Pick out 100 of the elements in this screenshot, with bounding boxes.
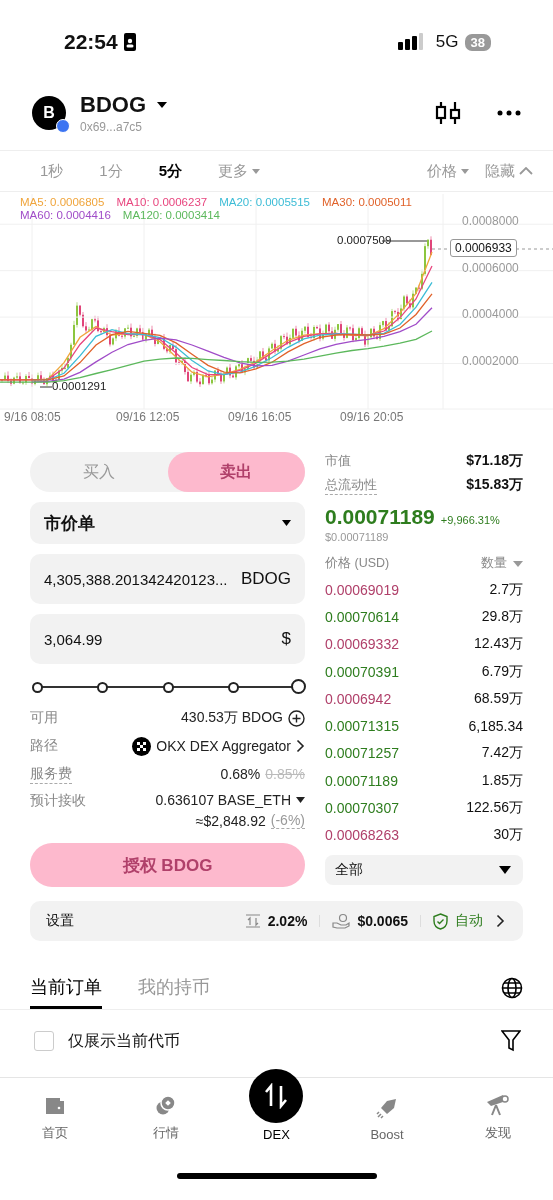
stat-label: 总流动性 — [325, 476, 377, 495]
trade-amount: 1.85万 — [481, 771, 523, 790]
slippage-value: 2.02% — [267, 913, 308, 929]
low-price-label: 0.0001291 — [52, 380, 107, 392]
gas-fee-value: $0.0065 — [357, 913, 408, 929]
amount-field[interactable]: 4,305,388.201342420123... BDOG — [30, 554, 305, 604]
original-fee: 0.85% — [265, 766, 305, 782]
high-price-label: 0.0007509 — [337, 234, 392, 246]
y-axis-label: 0.0006000 — [462, 260, 519, 275]
total-field[interactable]: 3,064.99 $ — [30, 614, 305, 664]
y-axis-label: 0.0002000 — [462, 353, 519, 368]
x-axis-label: 09/16 16:05 — [228, 410, 292, 424]
moving-average-label: MA20: 0.0005515 — [219, 196, 310, 208]
available-balance: 430.53万 BDOG — [181, 709, 283, 727]
trade-price: 0.00069332 — [325, 636, 399, 653]
y-axis-label: 0.0008000 — [462, 214, 519, 229]
trade-amount: 30万 — [493, 826, 523, 845]
trade-amount: 6,185.34 — [468, 718, 523, 735]
amount-slider[interactable] — [30, 678, 305, 696]
aggregator-logo-icon — [132, 736, 152, 756]
trade-price: 0.0006942 — [325, 690, 392, 707]
y-axis-label: 0.0004000 — [462, 307, 519, 322]
moving-average-label: MA5: 0.0006805 — [20, 196, 105, 208]
settings-bar[interactable]: 设置 2.02% $0.0065 自动 — [30, 901, 523, 941]
receive-usd: ≈$2,848.92 — [195, 812, 266, 829]
caret-icon[interactable] — [296, 797, 305, 803]
route-label: 路径 — [30, 737, 58, 755]
filter-icon[interactable] — [501, 1030, 521, 1052]
trade-filter-dropdown[interactable]: 全部 — [325, 854, 523, 885]
caret-icon[interactable] — [282, 520, 291, 526]
stat-value: $71.18万 — [466, 452, 523, 470]
trade-price: 0.00071189 — [325, 772, 398, 789]
nav-tab[interactable]: DEX — [221, 1056, 332, 1148]
chevron-right-icon — [496, 914, 505, 928]
fee-label[interactable]: 服务费 — [30, 764, 72, 784]
chevron-right-icon[interactable] — [296, 739, 305, 753]
trade-price: 0.00070307 — [325, 800, 399, 816]
checkbox-label[interactable]: 仅展示当前代币 — [68, 1030, 180, 1052]
price-usd: $0.00071189 — [325, 531, 390, 543]
last-price-tag: 0.0006933 — [450, 239, 517, 257]
moving-average-label: MA10: 0.0006237 — [116, 196, 208, 208]
token-address: 0x69...a7c5 — [80, 120, 144, 134]
nav-tab[interactable]: 行情 — [110, 1078, 222, 1148]
trade-amount: 7.42万 — [481, 744, 523, 763]
trade-amount: 6.79万 — [481, 662, 523, 681]
available-label: 可用 — [30, 709, 58, 727]
telescope-icon — [485, 1094, 510, 1116]
slippage-icon — [244, 914, 261, 928]
nav-tab[interactable]: 首页 — [0, 1078, 111, 1148]
approve-button[interactable]: 授权 BDOG — [30, 843, 305, 887]
candlestick-icon[interactable] — [435, 100, 461, 126]
trade-price: 0.00069019 — [325, 581, 399, 598]
amount-column-menu[interactable]: 数量 — [481, 555, 507, 572]
swap-icon — [249, 1069, 304, 1123]
x-axis-label: 9/16 08:05 — [4, 410, 61, 424]
fee-value: 0.68% — [220, 766, 261, 782]
globe-icon[interactable] — [501, 977, 523, 999]
battery-level: 38 — [464, 33, 491, 51]
caret-icon[interactable] — [156, 101, 168, 109]
checkbox[interactable] — [34, 1031, 54, 1051]
moving-average-label: MA30: 0.0005011 — [322, 196, 412, 208]
price-change: +9,966.31% — [440, 514, 500, 526]
shield-check-icon — [433, 912, 448, 930]
moving-average-label: MA120: 0.0003414 — [122, 209, 220, 221]
gas-hand-icon — [332, 913, 351, 929]
trade-amount: 122.56万 — [466, 799, 523, 817]
moving-average-label: MA60: 0.0004416 — [20, 209, 111, 221]
x-axis-label: 09/16 12:05 — [116, 410, 180, 424]
trade-amount: 2.7万 — [489, 580, 523, 599]
high-marker-line — [381, 240, 428, 242]
coins-icon — [154, 1094, 177, 1116]
receive-label: 预计接收 — [30, 792, 86, 810]
x-axis-label: 09/16 20:05 — [340, 410, 404, 424]
trade-amount: 68.59万 — [473, 689, 523, 708]
nav-tab[interactable]: 发现 — [442, 1078, 553, 1148]
signal-icon — [397, 33, 424, 51]
mev-protection-mode: 自动 — [455, 912, 483, 930]
trade-price: 0.00071257 — [325, 745, 399, 762]
chevron-up-icon[interactable] — [519, 167, 533, 175]
add-icon[interactable] — [288, 709, 305, 727]
route-link[interactable]: OKX DEX Aggregator — [156, 738, 291, 754]
side-tab[interactable]: 卖出 — [167, 452, 305, 492]
low-marker-line — [39, 386, 53, 388]
trade-price: 0.00068263 — [325, 827, 399, 844]
order-type-dropdown[interactable]: 市价单 — [30, 502, 305, 544]
nav-tab[interactable]: Boost — [331, 1078, 443, 1148]
stat-value: $15.83万 — [466, 476, 523, 494]
current-price: 0.00071189 — [325, 505, 435, 529]
column-header: 价格 (USD) — [325, 555, 390, 572]
trade-price: 0.00071315 — [325, 718, 399, 735]
trade-price: 0.00070614 — [325, 608, 399, 625]
caret-icon[interactable] — [499, 865, 511, 874]
status-time: 22:54 — [64, 30, 118, 54]
orders-tab[interactable]: 当前订单 — [30, 967, 102, 1009]
more-icon[interactable] — [497, 110, 521, 116]
token-symbol[interactable]: BDOG — [80, 92, 146, 118]
stat-label: 市值 — [325, 452, 351, 470]
receive-amount[interactable]: 0.636107 BASE_ETH — [155, 792, 291, 808]
timeframe-tab[interactable]: 5分 — [158, 161, 183, 181]
trade-price: 0.00070391 — [325, 663, 399, 680]
